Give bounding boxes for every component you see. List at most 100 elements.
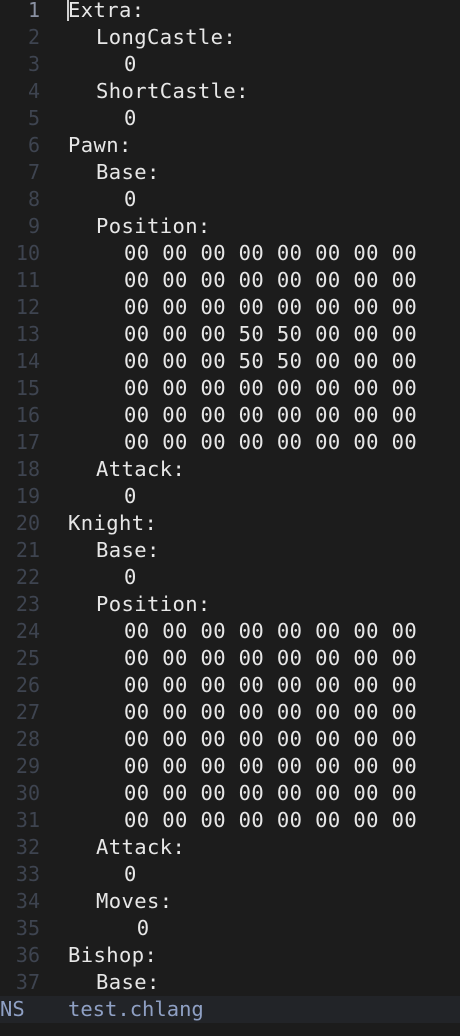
text-cursor [67,0,69,21]
line-number: 3 [27,52,40,76]
line-text: 00 00 00 00 00 00 00 00 [124,700,418,724]
code-line[interactable]: 24 00 00 00 00 00 00 00 00 [0,618,460,645]
line-number: 16 [15,403,40,427]
line-text: 00 00 00 00 00 00 00 00 [124,241,418,265]
code-line[interactable]: 30 [0,51,460,78]
line-text: Attack: [96,457,186,481]
line-text: ShortCastle: [96,79,249,103]
line-number: 15 [15,376,40,400]
code-line[interactable]: 37 Base: [0,969,460,996]
line-number: 21 [15,538,40,562]
line-text: 0 [124,862,137,886]
line-text: 00 00 00 00 00 00 00 00 [124,673,418,697]
code-line[interactable]: 15 00 00 00 00 00 00 00 00 [0,375,460,402]
line-text: 00 00 00 00 00 00 00 00 [124,646,418,670]
code-line[interactable]: 7 Base: [0,159,460,186]
code-line[interactable]: 20 Knight: [0,510,460,537]
line-text: Attack: [96,835,186,859]
code-line[interactable]: 17 00 00 00 00 00 00 00 00 [0,429,460,456]
line-number: 20 [15,511,40,535]
line-text: 00 00 00 00 00 00 00 00 [124,376,418,400]
line-number: 32 [15,835,40,859]
line-number: 18 [15,457,40,481]
line-number: 30 [15,781,40,805]
command-line[interactable] [0,1023,460,1036]
code-line[interactable]: 2 LongCastle: [0,24,460,51]
code-line[interactable]: 10 00 00 00 00 00 00 00 00 [0,240,460,267]
line-text: 0 [124,187,137,211]
line-number: 5 [27,106,40,130]
mode-indicator: NS [0,997,25,1021]
line-text: Extra: [68,0,145,22]
code-line[interactable]: 21 Base: [0,537,460,564]
line-number: 25 [15,646,40,670]
code-line[interactable]: 18 Attack: [0,456,460,483]
status-filename: test.chlang [68,997,204,1021]
line-number: 33 [15,862,40,886]
line-number: 9 [27,214,40,238]
line-number: 13 [15,322,40,346]
code-line[interactable]: 33 0 [0,861,460,888]
code-line[interactable]: 27 00 00 00 00 00 00 00 00 [0,699,460,726]
line-text: Base: [96,970,160,994]
code-line[interactable]: 26 00 00 00 00 00 00 00 00 [0,672,460,699]
line-number: 29 [15,754,40,778]
line-text: 0 [124,565,137,589]
line-text: Knight: [68,511,158,535]
line-text: Base: [96,538,160,562]
line-text: Moves: [96,889,173,913]
code-line[interactable]: 80 [0,186,460,213]
code-line[interactable]: 29 00 00 00 00 00 00 00 00 [0,753,460,780]
line-number: 1 [27,0,40,22]
line-number: 26 [15,673,40,697]
code-line[interactable]: 1 Extra: [0,0,460,24]
line-text: 00 00 00 00 00 00 00 00 [124,430,418,454]
code-line[interactable]: 11 00 00 00 00 00 00 00 00 [0,267,460,294]
code-line[interactable]: 19 0 [0,483,460,510]
line-number: 4 [27,79,40,103]
line-number: 17 [15,430,40,454]
code-line[interactable]: 13 00 00 00 50 50 00 00 00 [0,321,460,348]
code-line[interactable]: 16 00 00 00 00 00 00 00 00 [0,402,460,429]
line-text: Base: [96,160,160,184]
code-line[interactable]: 30 00 00 00 00 00 00 00 00 [0,780,460,807]
code-line[interactable]: 35 0 [0,915,460,942]
code-line[interactable]: 31 00 00 00 00 00 00 00 00 [0,807,460,834]
line-number: 12 [15,295,40,319]
line-number: 7 [27,160,40,184]
code-line[interactable]: 28 00 00 00 00 00 00 00 00 [0,726,460,753]
line-text: 00 00 00 00 00 00 00 00 [124,295,418,319]
line-number: 22 [15,565,40,589]
line-text: 00 00 00 00 00 00 00 00 [124,781,418,805]
line-text: 0 [124,484,137,508]
code-line[interactable]: 25 00 00 00 00 00 00 00 00 [0,645,460,672]
line-text: LongCastle: [96,25,237,49]
line-number: 24 [15,619,40,643]
editor-buffer[interactable]: 1 Extra: 2 LongCastle: 3 0 4 ShortCastle: 5 0 6 Paw… [0,0,460,996]
line-number: 10 [15,241,40,265]
code-line[interactable]: 22 0 [0,564,460,591]
code-line[interactable]: 23 Position: [0,591,460,618]
line-number: 37 [15,970,40,994]
line-number: 35 [15,916,40,940]
line-number: 6 [27,133,40,157]
line-number: 2 [27,25,40,49]
code-line[interactable]: 4 ShortCastle: [0,78,460,105]
code-line[interactable]: 9 Position: [0,213,460,240]
code-line[interactable]: 12 00 00 00 00 00 00 00 00 [0,294,460,321]
line-text: Position: [96,214,211,238]
code-line[interactable]: 6 Pawn: [0,132,460,159]
line-text: Pawn: [68,133,132,157]
code-line[interactable]: 14 00 00 00 50 50 00 00 00 [0,348,460,375]
line-text: 00 00 00 00 00 00 00 00 [124,619,418,643]
line-text: 00 00 00 50 50 00 00 00 [124,349,418,373]
line-text: 00 00 00 00 00 00 00 00 [124,808,418,832]
code-line[interactable]: 36 Bishop: [0,942,460,969]
code-line[interactable]: 50 [0,105,460,132]
line-number: 19 [15,484,40,508]
line-number: 8 [27,187,40,211]
line-number: 36 [15,943,40,967]
code-line[interactable]: 32 Attack: [0,834,460,861]
line-number: 31 [15,808,40,832]
code-line[interactable]: 34 Moves: [0,888,460,915]
